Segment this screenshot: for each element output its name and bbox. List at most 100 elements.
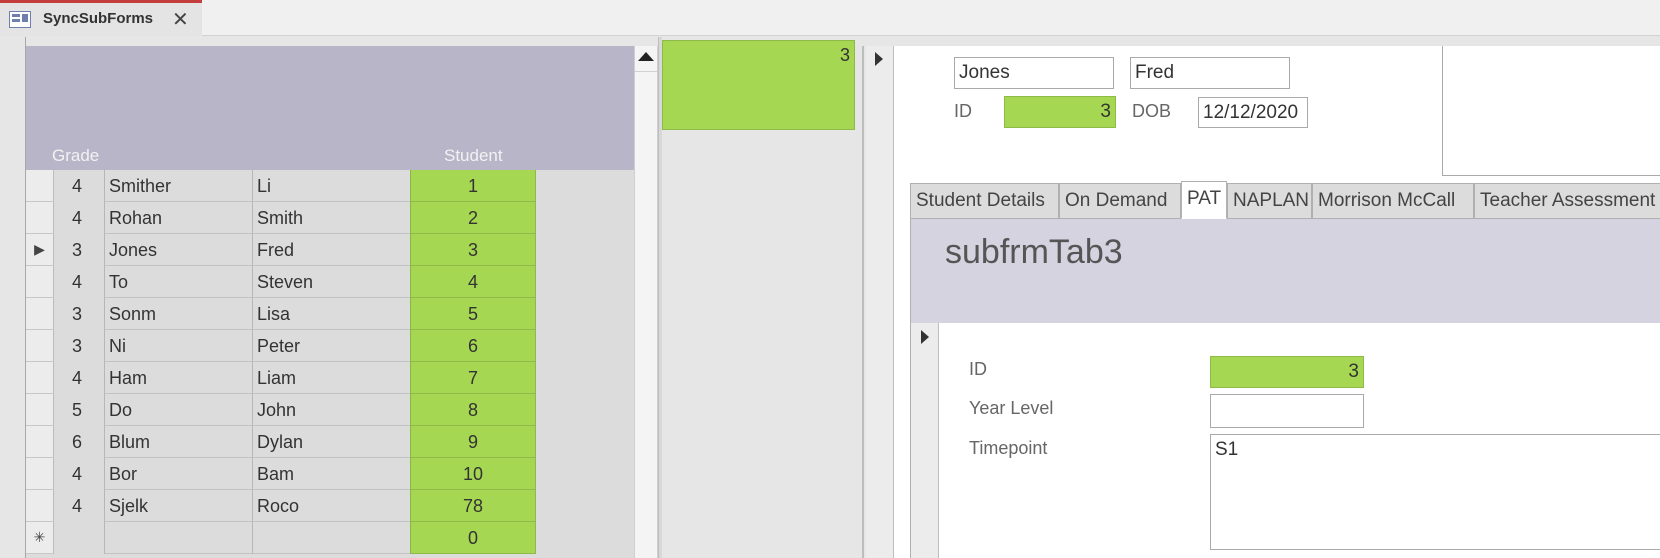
record-selector[interactable] bbox=[26, 426, 54, 458]
id-label: ID bbox=[954, 101, 972, 121]
table-row[interactable]: 4 Sjelk Roco 78 bbox=[26, 490, 536, 522]
first-name-cell[interactable] bbox=[252, 522, 410, 554]
last-name-cell[interactable]: Bor bbox=[104, 458, 252, 490]
last-name-cell[interactable] bbox=[104, 522, 252, 554]
dob-field[interactable]: 12/12/2020 bbox=[1198, 97, 1308, 128]
last-name-cell[interactable]: Rohan bbox=[104, 202, 252, 234]
student-id-cell[interactable]: 78 bbox=[410, 490, 536, 522]
table-row[interactable]: 4 Smither Li 1 bbox=[26, 170, 536, 202]
id-field[interactable]: 3 bbox=[1004, 96, 1116, 128]
form-record-selector-gutter bbox=[0, 37, 26, 558]
last-name-cell[interactable]: Blum bbox=[104, 426, 252, 458]
subform-id-field[interactable]: 3 bbox=[1210, 356, 1364, 388]
first-name-cell[interactable]: Fred bbox=[252, 234, 410, 266]
close-icon[interactable]: ✕ bbox=[172, 7, 189, 32]
subform-body: ID 3 Year Level Timepoint S1 bbox=[939, 323, 1660, 558]
record-selector[interactable] bbox=[26, 298, 54, 330]
timepoint-label: Timepoint bbox=[969, 438, 1048, 458]
document-tab-syncsubforms[interactable]: SyncSubForms ✕ bbox=[0, 0, 202, 36]
subform-header: subfrmTab3 bbox=[911, 219, 1660, 323]
year-level-label: Year Level bbox=[969, 398, 1054, 418]
student-id-cell[interactable]: 4 bbox=[410, 266, 536, 298]
tab-pat[interactable]: PAT bbox=[1181, 181, 1227, 219]
photo-frame bbox=[1442, 46, 1660, 176]
document-tab-bar: SyncSubForms ✕ bbox=[0, 0, 1660, 36]
tab-on-demand[interactable]: On Demand bbox=[1059, 183, 1181, 219]
table-row[interactable]: 3 Sonm Lisa 5 bbox=[26, 298, 536, 330]
table-row[interactable]: 4 Bor Bam 10 bbox=[26, 458, 536, 490]
last-name-cell[interactable]: Ni bbox=[104, 330, 252, 362]
first-name-cell[interactable]: Steven bbox=[252, 266, 410, 298]
scroll-up-arrow-icon bbox=[638, 52, 654, 61]
tab-page-pat: subfrmTab3 ID 3 Year Level Timepoint S1 bbox=[910, 219, 1660, 558]
new-record-icon: ✳ bbox=[26, 522, 54, 554]
record-selector[interactable] bbox=[26, 490, 54, 522]
student-list-subform: Grade Student 4 Smither Li 1 4 Rohan Smith 2 ▶ 3 J… bbox=[26, 46, 635, 558]
tab-naplan[interactable]: NAPLAN bbox=[1227, 183, 1312, 219]
student-id-cell[interactable]: 0 bbox=[410, 522, 536, 554]
first-name-cell[interactable]: Smith bbox=[252, 202, 410, 234]
table-row[interactable]: ▶ 3 Jones Fred 3 bbox=[26, 234, 536, 266]
subform-record-selector[interactable] bbox=[911, 323, 939, 558]
last-name-cell[interactable]: Jones bbox=[104, 234, 252, 266]
record-selector[interactable] bbox=[26, 202, 54, 234]
record-selector[interactable] bbox=[26, 170, 54, 202]
first-name-cell[interactable]: Liam bbox=[252, 362, 410, 394]
table-row[interactable]: 3 Ni Peter 6 bbox=[26, 330, 536, 362]
student-id-cell[interactable]: 6 bbox=[410, 330, 536, 362]
timepoint-field[interactable]: S1 bbox=[1210, 434, 1660, 550]
current-record-icon bbox=[921, 330, 929, 344]
student-id-cell[interactable]: 3 bbox=[410, 234, 536, 266]
dob-label: DOB bbox=[1132, 101, 1172, 121]
vertical-scrollbar[interactable] bbox=[634, 46, 659, 558]
tab-student-details[interactable]: Student Details bbox=[910, 183, 1059, 219]
first-name-cell[interactable]: Bam bbox=[252, 458, 410, 490]
student-detail-form: Jones Fred ID 3 DOB 12/12/2020 Student D… bbox=[894, 46, 1660, 558]
table-row[interactable]: 4 Rohan Smith 2 bbox=[26, 202, 536, 234]
student-id-cell[interactable]: 8 bbox=[410, 394, 536, 426]
student-id-cell[interactable]: 5 bbox=[410, 298, 536, 330]
first-name-cell[interactable]: John bbox=[252, 394, 410, 426]
first-name-cell[interactable]: Dylan bbox=[252, 426, 410, 458]
record-selector[interactable] bbox=[26, 266, 54, 298]
last-name-field[interactable]: Jones bbox=[954, 57, 1114, 89]
last-name-cell[interactable]: Smither bbox=[104, 170, 252, 202]
form-icon bbox=[9, 11, 31, 28]
year-level-field[interactable] bbox=[1210, 394, 1364, 428]
record-selector[interactable] bbox=[26, 394, 54, 426]
first-name-cell[interactable]: Lisa bbox=[252, 298, 410, 330]
last-name-cell[interactable]: To bbox=[104, 266, 252, 298]
table-row[interactable]: 6 Blum Dylan 9 bbox=[26, 426, 536, 458]
table-row[interactable]: 5 Do John 8 bbox=[26, 394, 536, 426]
first-name-cell[interactable]: Roco bbox=[252, 490, 410, 522]
record-selector[interactable]: ▶ bbox=[26, 234, 54, 266]
scroll-up-button[interactable] bbox=[635, 46, 659, 72]
record-selector[interactable] bbox=[26, 458, 54, 490]
current-student-id-field[interactable]: 3 bbox=[662, 40, 855, 130]
tab-teacher-assessment[interactable]: Teacher Assessment bbox=[1474, 183, 1660, 219]
form-divider bbox=[862, 46, 864, 558]
last-name-cell[interactable]: Sonm bbox=[104, 298, 252, 330]
last-name-cell[interactable]: Sjelk bbox=[104, 490, 252, 522]
tab-strip: Student Details On Demand PAT NAPLAN Mor… bbox=[910, 181, 1660, 219]
student-id-cell[interactable]: 1 bbox=[410, 170, 536, 202]
record-selector[interactable] bbox=[26, 362, 54, 394]
subform-title: subfrmTab3 bbox=[945, 233, 1123, 271]
table-row[interactable]: 4 To Steven 4 bbox=[26, 266, 536, 298]
student-id-cell[interactable]: 9 bbox=[410, 426, 536, 458]
last-name-cell[interactable]: Ham bbox=[104, 362, 252, 394]
student-id-cell[interactable]: 10 bbox=[410, 458, 536, 490]
document-tab-label: SyncSubForms bbox=[43, 10, 154, 27]
first-name-cell[interactable]: Peter bbox=[252, 330, 410, 362]
table-row[interactable]: 4 Ham Liam 7 bbox=[26, 362, 536, 394]
record-selector[interactable] bbox=[26, 330, 54, 362]
record-selector[interactable] bbox=[866, 46, 894, 558]
student-id-cell[interactable]: 7 bbox=[410, 362, 536, 394]
first-name-cell[interactable]: Li bbox=[252, 170, 410, 202]
new-record-row[interactable]: ✳ 0 bbox=[26, 522, 536, 554]
sync-id-form: 3 bbox=[662, 40, 855, 558]
first-name-field[interactable]: Fred bbox=[1130, 57, 1290, 89]
last-name-cell[interactable]: Do bbox=[104, 394, 252, 426]
tab-morrison-mccall[interactable]: Morrison McCall bbox=[1312, 183, 1474, 219]
student-id-cell[interactable]: 2 bbox=[410, 202, 536, 234]
